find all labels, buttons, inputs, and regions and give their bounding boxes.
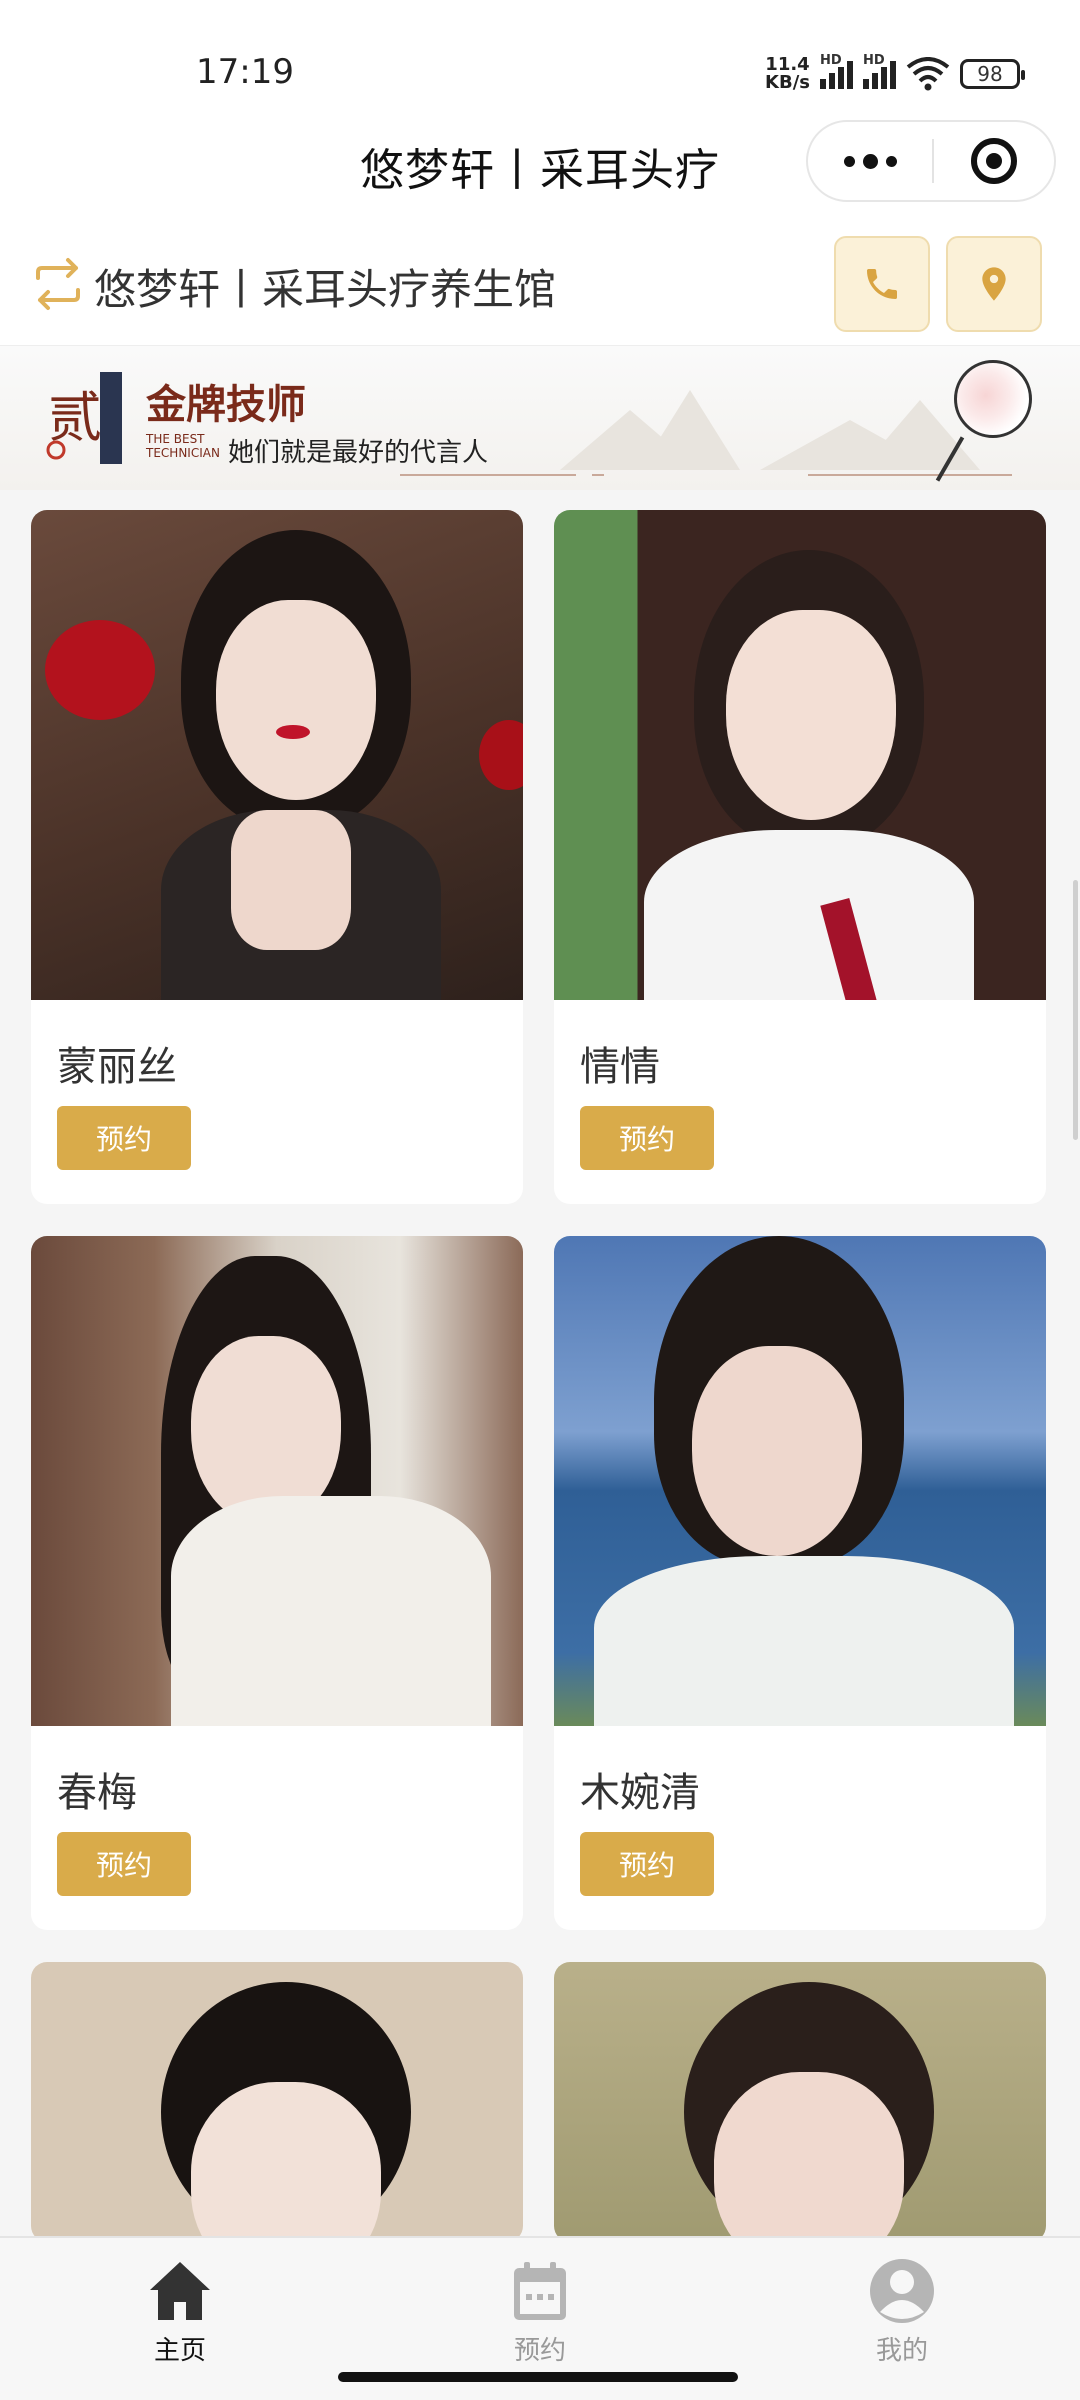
location-button[interactable] [946, 236, 1042, 332]
more-button[interactable] [808, 122, 932, 200]
divider [808, 474, 1012, 476]
tab-home[interactable]: 主页 [110, 2252, 250, 2366]
technician-card[interactable]: 春梅 预约 [31, 1236, 523, 1930]
svg-text:贰: 贰 [48, 386, 102, 449]
target-icon [971, 138, 1017, 184]
call-button[interactable] [834, 236, 930, 332]
banner-english: THE BEST TECHNICIAN [146, 432, 220, 460]
book-button[interactable]: 预约 [57, 1832, 191, 1896]
book-button[interactable]: 预约 [580, 1832, 714, 1896]
phone-icon [867, 269, 897, 299]
technician-card[interactable]: 蒙丽丝 预约 [31, 510, 523, 1204]
technician-photo [554, 1236, 1046, 1726]
technician-name: 木婉清 [580, 1770, 700, 1816]
divider [400, 474, 576, 476]
status-icons: 11.4 KB/s HD HD 98 [765, 53, 1025, 94]
signal-icon: HD [820, 53, 853, 89]
battery-icon: 98 [960, 59, 1025, 89]
scrollbar[interactable] [1073, 880, 1078, 1140]
divider [592, 474, 604, 476]
gold-technician-banner: 贰 金牌技师 THE BEST TECHNICIAN 她们就是最好的代言人 [0, 346, 1080, 490]
fan-icon [954, 360, 1032, 438]
close-miniapp-button[interactable] [934, 138, 1054, 184]
banner-title: 金牌技师 [146, 381, 306, 428]
dot-icon [885, 155, 897, 167]
wifi-icon [906, 57, 950, 91]
network-speed: 11.4 KB/s [765, 54, 810, 93]
technician-photo [31, 1236, 523, 1726]
book-button[interactable]: 预约 [57, 1106, 191, 1170]
store-name[interactable]: 悠梦轩丨采耳头疗养生馆 [94, 256, 556, 317]
technician-photo [554, 510, 1046, 1000]
technician-name: 春梅 [57, 1770, 137, 1816]
banner-subtitle: 她们就是最好的代言人 [228, 438, 489, 468]
home-indicator [338, 2372, 738, 2382]
book-button[interactable]: 预约 [580, 1106, 714, 1170]
signal-icon: HD [863, 53, 896, 89]
location-pin-icon [982, 267, 1006, 301]
user-icon [870, 2259, 934, 2323]
technician-card[interactable] [31, 1962, 523, 2242]
switch-store-icon[interactable] [30, 256, 86, 312]
dot-icon [862, 153, 878, 169]
technician-photo [31, 510, 523, 1000]
technician-card[interactable] [554, 1962, 1046, 2242]
tab-profile[interactable]: 我的 [832, 2252, 972, 2366]
seal-logo: 贰 [46, 372, 122, 464]
tab-booking[interactable]: 预约 [470, 2252, 610, 2366]
home-icon [150, 2262, 210, 2320]
dot-icon [843, 155, 855, 167]
status-bar: 17:19 11.4 KB/s HD HD 98 [0, 0, 1080, 110]
calendar-icon [514, 2262, 566, 2320]
technician-photo [31, 1962, 523, 2242]
technician-photo [554, 1962, 1046, 2242]
miniapp-capsule [806, 120, 1056, 202]
technician-name: 情情 [580, 1044, 660, 1090]
technician-card[interactable]: 木婉清 预约 [554, 1236, 1046, 1930]
technician-name: 蒙丽丝 [57, 1044, 177, 1090]
technician-card[interactable]: 情情 预约 [554, 510, 1046, 1204]
status-time: 17:19 [196, 52, 294, 92]
store-header: 悠梦轩丨采耳头疗养生馆 [0, 212, 1080, 346]
nav-bar: 悠梦轩丨采耳头疗 [0, 110, 1080, 212]
